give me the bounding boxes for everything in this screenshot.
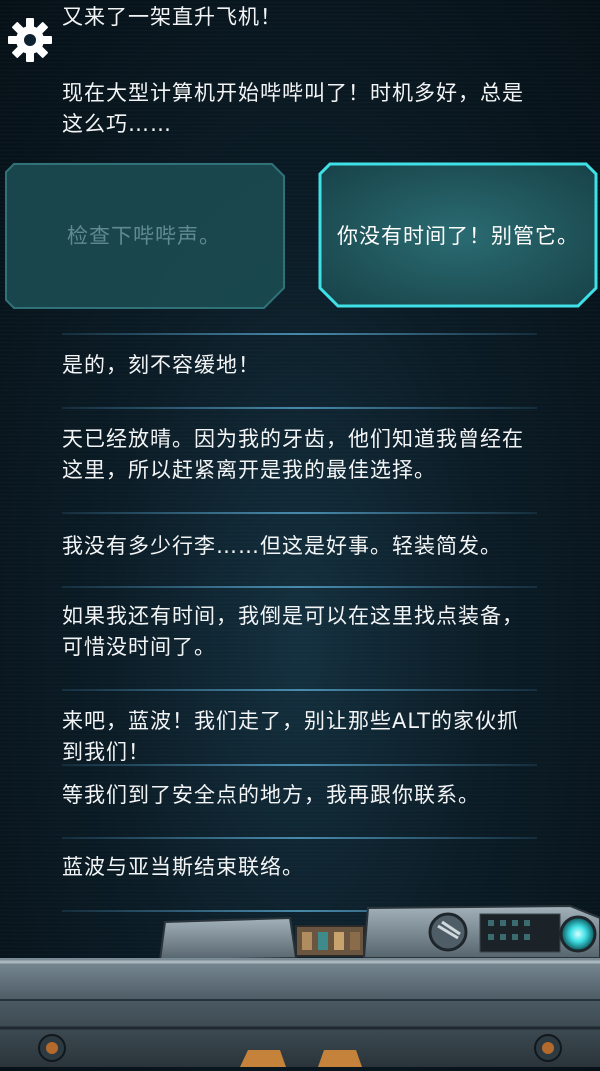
hud-left-plate: [158, 916, 298, 962]
hud-main-bar: [0, 958, 600, 1067]
message-text: 是的，刻不容缓地！: [62, 353, 260, 377]
hud-console: [0, 900, 600, 1067]
divider: [62, 407, 537, 409]
divider: [62, 689, 537, 691]
settings-button[interactable]: [6, 16, 54, 64]
divider: [62, 764, 537, 766]
hud-led: [559, 915, 597, 953]
divider: [62, 586, 537, 588]
message-text: 等我们到了安全点的地方，我再跟你联系。: [62, 783, 480, 807]
divider: [62, 837, 537, 839]
choice-no-time-button[interactable]: 你没有时间了！别管它。: [316, 160, 600, 310]
message-text: 蓝波与亚当斯结束联络。: [62, 855, 304, 879]
message-text: 天已经放晴。因为我的牙齿，他们知道我曾经在这里，所以赶紧离开是我的最佳选择。: [62, 427, 524, 482]
message-text: 我没有多少行李……但这是好事。轻装简发。: [62, 534, 502, 558]
message-text: 现在大型计算机开始哔哔叫了！时机多好，总是这么巧……: [62, 81, 524, 136]
message-text: 又来了一架直升飞机！: [62, 5, 282, 29]
divider: [62, 512, 537, 514]
message-text: 如果我还有时间，我倒是可以在这里找点装备，可惜没时间了。: [62, 604, 524, 659]
message-text: 来吧，蓝波！我们走了，别让那些ALT的家伙抓到我们！: [62, 709, 519, 764]
choice-label: 你没有时间了！别管它。: [337, 224, 579, 248]
choice-label: 检查下哔哔声。: [67, 224, 221, 248]
divider: [62, 333, 537, 335]
choice-check-beeping-button[interactable]: 检查下哔哔声。: [2, 160, 286, 310]
gear-icon: [8, 18, 52, 62]
